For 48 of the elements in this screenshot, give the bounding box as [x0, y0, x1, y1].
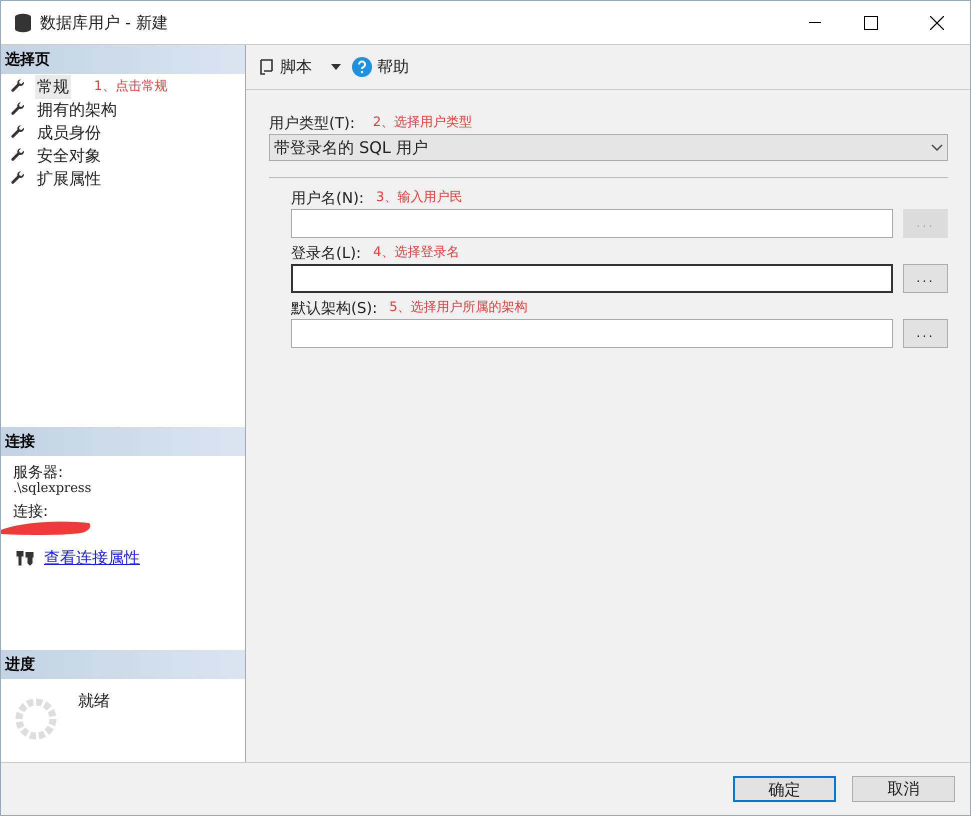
- annotation: 2、选择用户类型: [372, 114, 472, 132]
- field-label: 登录名(L):: [291, 242, 362, 264]
- page-item[interactable]: 安全对象: [35, 144, 103, 168]
- caret-icon: [331, 64, 341, 70]
- page-item[interactable]: 扩展属性: [35, 166, 103, 190]
- browse-button[interactable]: ...: [903, 264, 948, 293]
- script-icon: [258, 58, 274, 76]
- help-icon: [352, 57, 372, 77]
- plug-icon: [15, 549, 35, 567]
- wrench-icon: [10, 102, 26, 118]
- script-button[interactable]: 脚本: [258, 55, 312, 79]
- annotation: 1、点击常规: [94, 78, 168, 96]
- close-icon: [930, 16, 944, 30]
- minimize-icon: [809, 22, 821, 24]
- wrench-icon: [10, 148, 26, 164]
- user-type-label: 用户类型(T):: [269, 112, 355, 134]
- text-field[interactable]: [291, 264, 893, 293]
- connection-label: 连接:: [13, 503, 50, 520]
- wrench-icon: [10, 124, 26, 140]
- help-button[interactable]: 帮助: [352, 55, 409, 79]
- server-name: .\sqlexpress: [13, 481, 92, 497]
- chevron-icon: [931, 144, 943, 151]
- text-field[interactable]: [291, 319, 893, 348]
- page-item[interactable]: 常规: [35, 74, 71, 98]
- maximize-icon: [864, 16, 878, 30]
- section-header: 选择页: [1, 45, 245, 74]
- dialog-button[interactable]: 取消: [852, 776, 955, 802]
- browse-button[interactable]: ...: [903, 319, 948, 348]
- server-label: 服务器:: [13, 464, 64, 481]
- annotation: 3、输入用户民: [376, 189, 462, 208]
- text-field[interactable]: [291, 209, 893, 238]
- field-label: 默认架构(S):: [291, 298, 378, 319]
- user-type-dropdown[interactable]: 带登录名的 SQL 用户: [269, 134, 948, 161]
- wrench-icon: [10, 170, 26, 186]
- window-title: 数据库用户 - 新建: [40, 12, 168, 34]
- page-item[interactable]: 拥有的架构: [35, 98, 119, 122]
- wrench-icon: [10, 78, 26, 94]
- progress-status: 就绪: [78, 690, 110, 712]
- connection-properties-link[interactable]: 查看连接属性: [44, 546, 140, 570]
- database-icon: [14, 12, 32, 32]
- field-label: 用户名(N):: [291, 188, 364, 209]
- section-header: 进度: [1, 650, 245, 679]
- dialog-button[interactable]: 确定: [733, 776, 836, 802]
- section-header: 连接: [1, 427, 245, 456]
- page-item[interactable]: 成员身份: [35, 120, 103, 144]
- annotation: 5、选择用户所属的架构: [389, 299, 528, 318]
- spinner-icon: [14, 697, 58, 741]
- annotation: 4、选择登录名: [373, 244, 460, 262]
